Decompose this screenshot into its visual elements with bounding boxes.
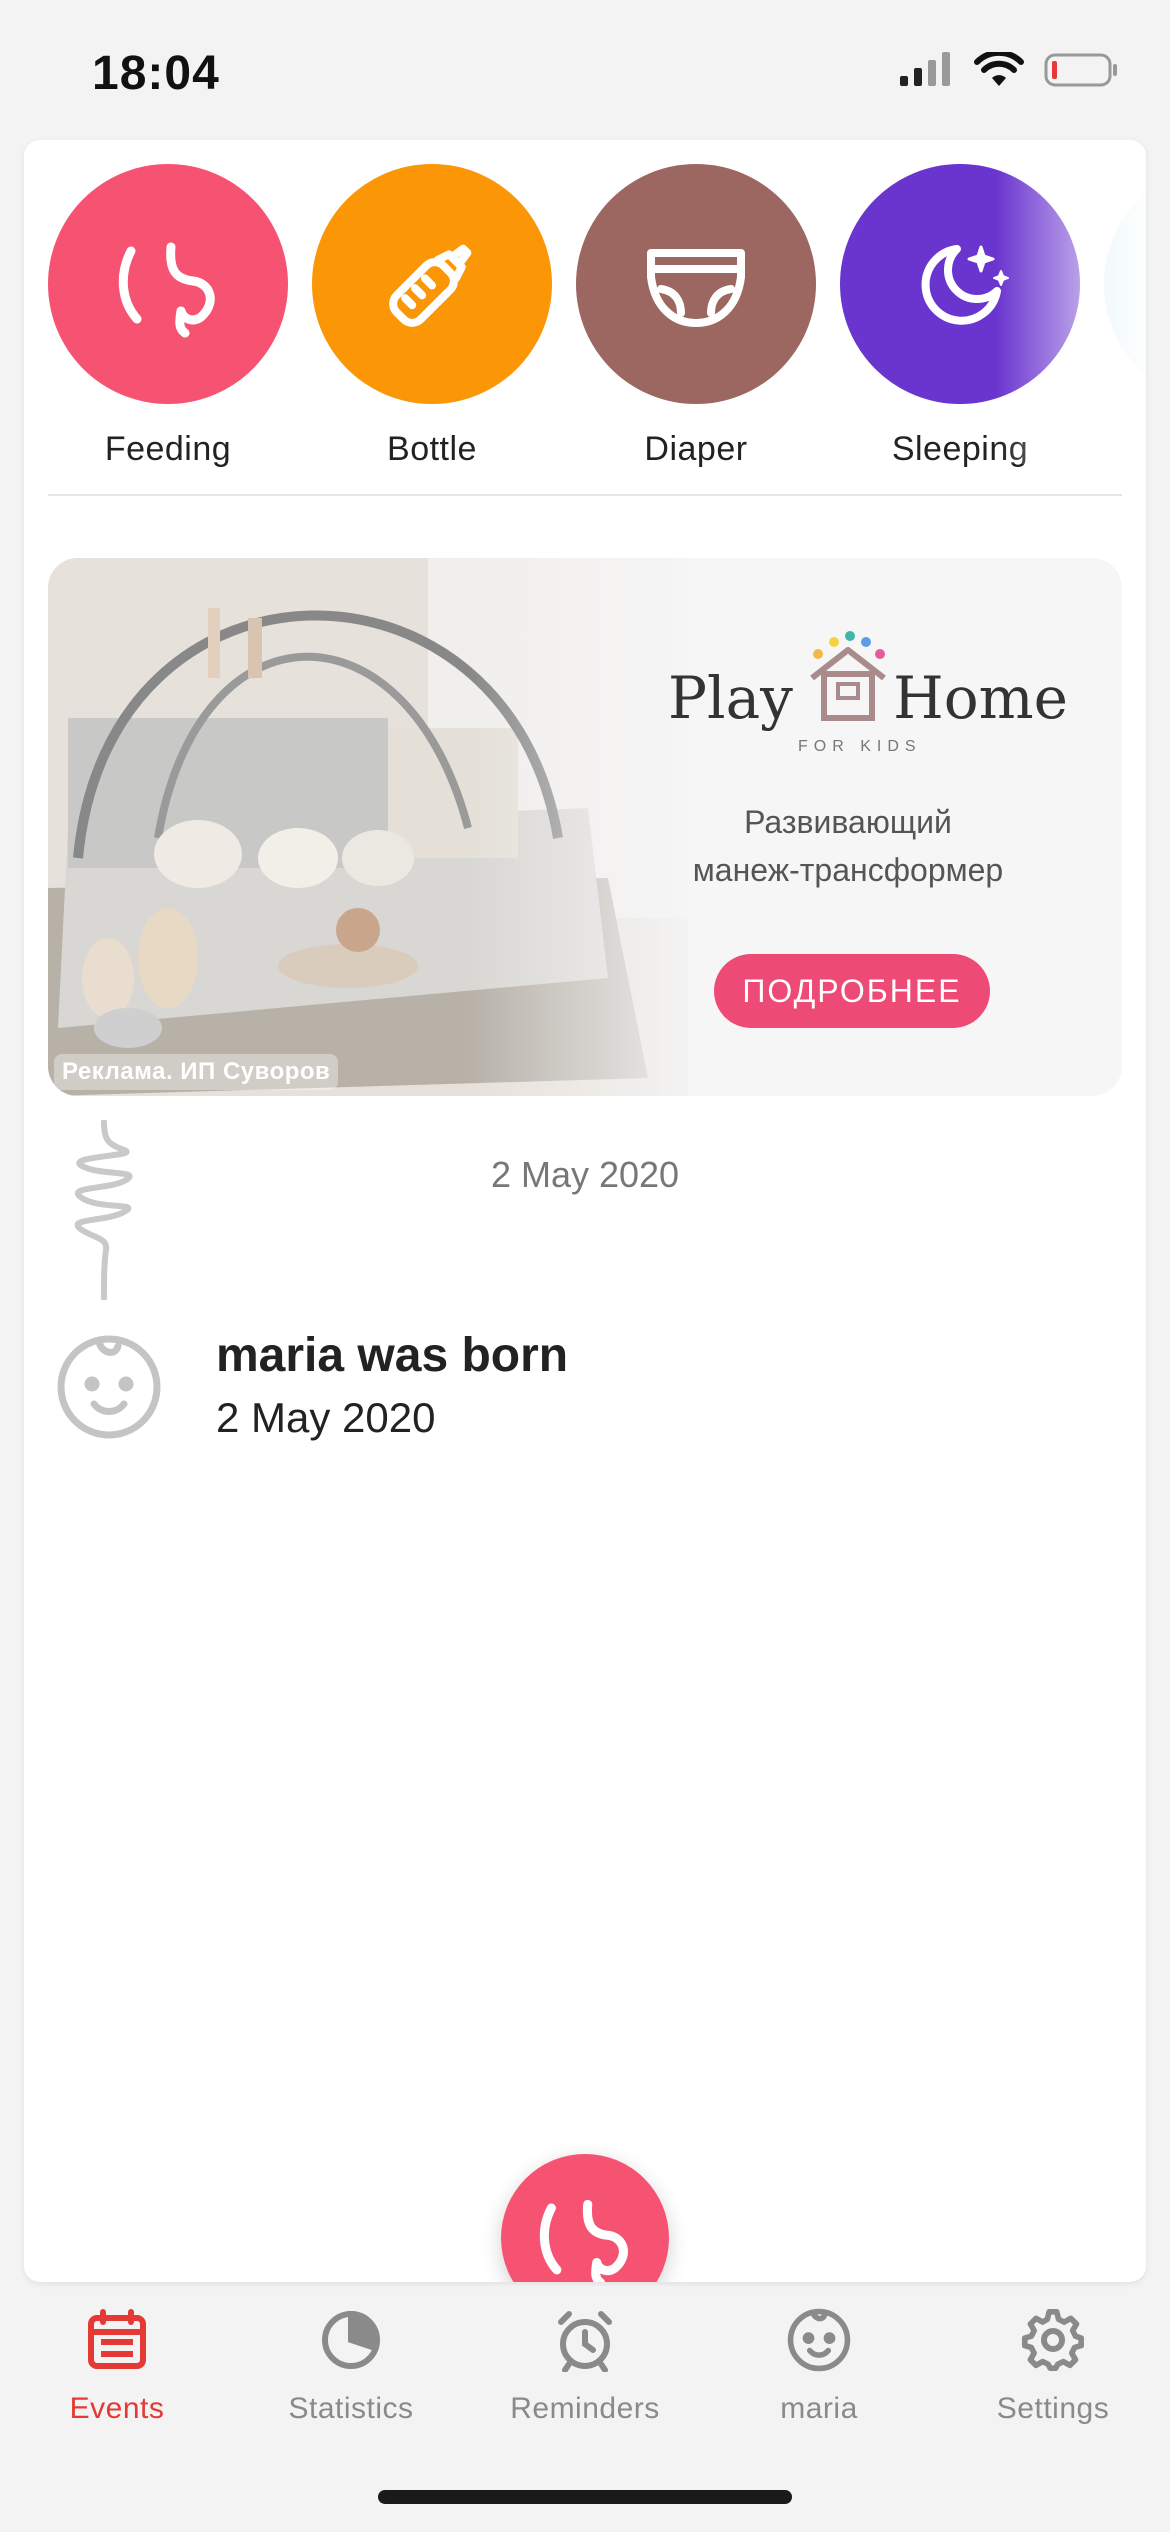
tab-label: maria [780, 2392, 858, 2425]
gear-icon [1021, 2308, 1084, 2371]
quick-action-label: Bottle [387, 430, 477, 468]
spring-decoration-icon [74, 1120, 133, 1300]
tab-label: Reminders [510, 2392, 660, 2425]
tab-label: Events [69, 2392, 165, 2425]
ad-more-button[interactable]: ПОДРОБНЕЕ [714, 954, 990, 1028]
status-time: 18:04 [92, 47, 220, 100]
diaper-button[interactable] [576, 164, 816, 404]
feeding-button[interactable] [48, 164, 288, 404]
diaper-icon [647, 249, 745, 327]
tab-settings[interactable]: Settings [936, 2300, 1170, 2426]
ad-banner[interactable]: Реклама. ИП Суворов Play Home FOR KIDS Р… [48, 558, 1122, 1096]
quick-actions-row: Feeding Bottle Diaper Sleeping [24, 164, 1146, 468]
ad-text-line-1: Развивающий [744, 804, 952, 840]
tab-statistics[interactable]: Statistics [234, 2300, 468, 2426]
home-indicator[interactable] [378, 2490, 792, 2504]
quick-action-label: Diaper [644, 430, 748, 468]
breast-icon [118, 242, 215, 338]
tab-label: Settings [996, 2392, 1110, 2425]
calendar-icon [88, 2309, 146, 2369]
ad-brand-left: Play [668, 664, 793, 732]
timeline-date-header: 2 May 2020 [490, 1154, 680, 1195]
quick-action-feeding[interactable]: Feeding [48, 164, 288, 469]
quick-action-label: Feeding [104, 430, 232, 468]
alarm-clock-icon [558, 2311, 612, 2372]
ad-disclaimer: Реклама. ИП Суворов [54, 1054, 339, 1090]
quick-action-diaper[interactable]: Diaper [576, 164, 816, 469]
tab-profile-maria[interactable]: maria [702, 2300, 936, 2426]
baby-face-icon [787, 2308, 851, 2372]
baby-face-icon [57, 1335, 161, 1439]
ad-text-line-2: манеж-трансформер [692, 852, 1004, 888]
wifi-icon [974, 52, 1024, 86]
scroll-fade [996, 164, 1146, 464]
bottle-icon [389, 244, 472, 327]
event-title[interactable]: maria was born [216, 1328, 568, 1383]
divider [48, 494, 1122, 496]
status-bar: 18:04 [0, 0, 1170, 140]
cellular-signal-icon [900, 52, 950, 86]
tab-events[interactable]: Events [0, 2300, 234, 2426]
ad-description: Развивающий манеж-трансформер [648, 798, 1048, 894]
tab-reminders[interactable]: Reminders [468, 2300, 702, 2426]
ad-brand-text: Play Home [668, 664, 1068, 732]
status-icons [898, 52, 1120, 88]
ad-brand-sub: FOR KIDS [798, 738, 922, 755]
tab-bar: Events Statistics Reminders maria Settin… [0, 2290, 1170, 2450]
quick-action-bottle[interactable]: Bottle [312, 164, 552, 469]
ad-brand-right: Home [893, 664, 1068, 732]
events-card: Feeding Bottle Diaper Sleeping Реклама. … [24, 140, 1146, 2282]
bottle-button[interactable] [312, 164, 552, 404]
pie-chart-icon [322, 2310, 380, 2369]
ad-brand-logo: Play Home FOR KIDS [668, 628, 1068, 758]
tab-label: Statistics [288, 2392, 414, 2425]
add-feeding-fab[interactable] [501, 2154, 669, 2282]
event-date: 2 May 2020 [216, 1394, 436, 1441]
battery-icon [1044, 53, 1117, 87]
breast-icon [539, 2199, 628, 2282]
